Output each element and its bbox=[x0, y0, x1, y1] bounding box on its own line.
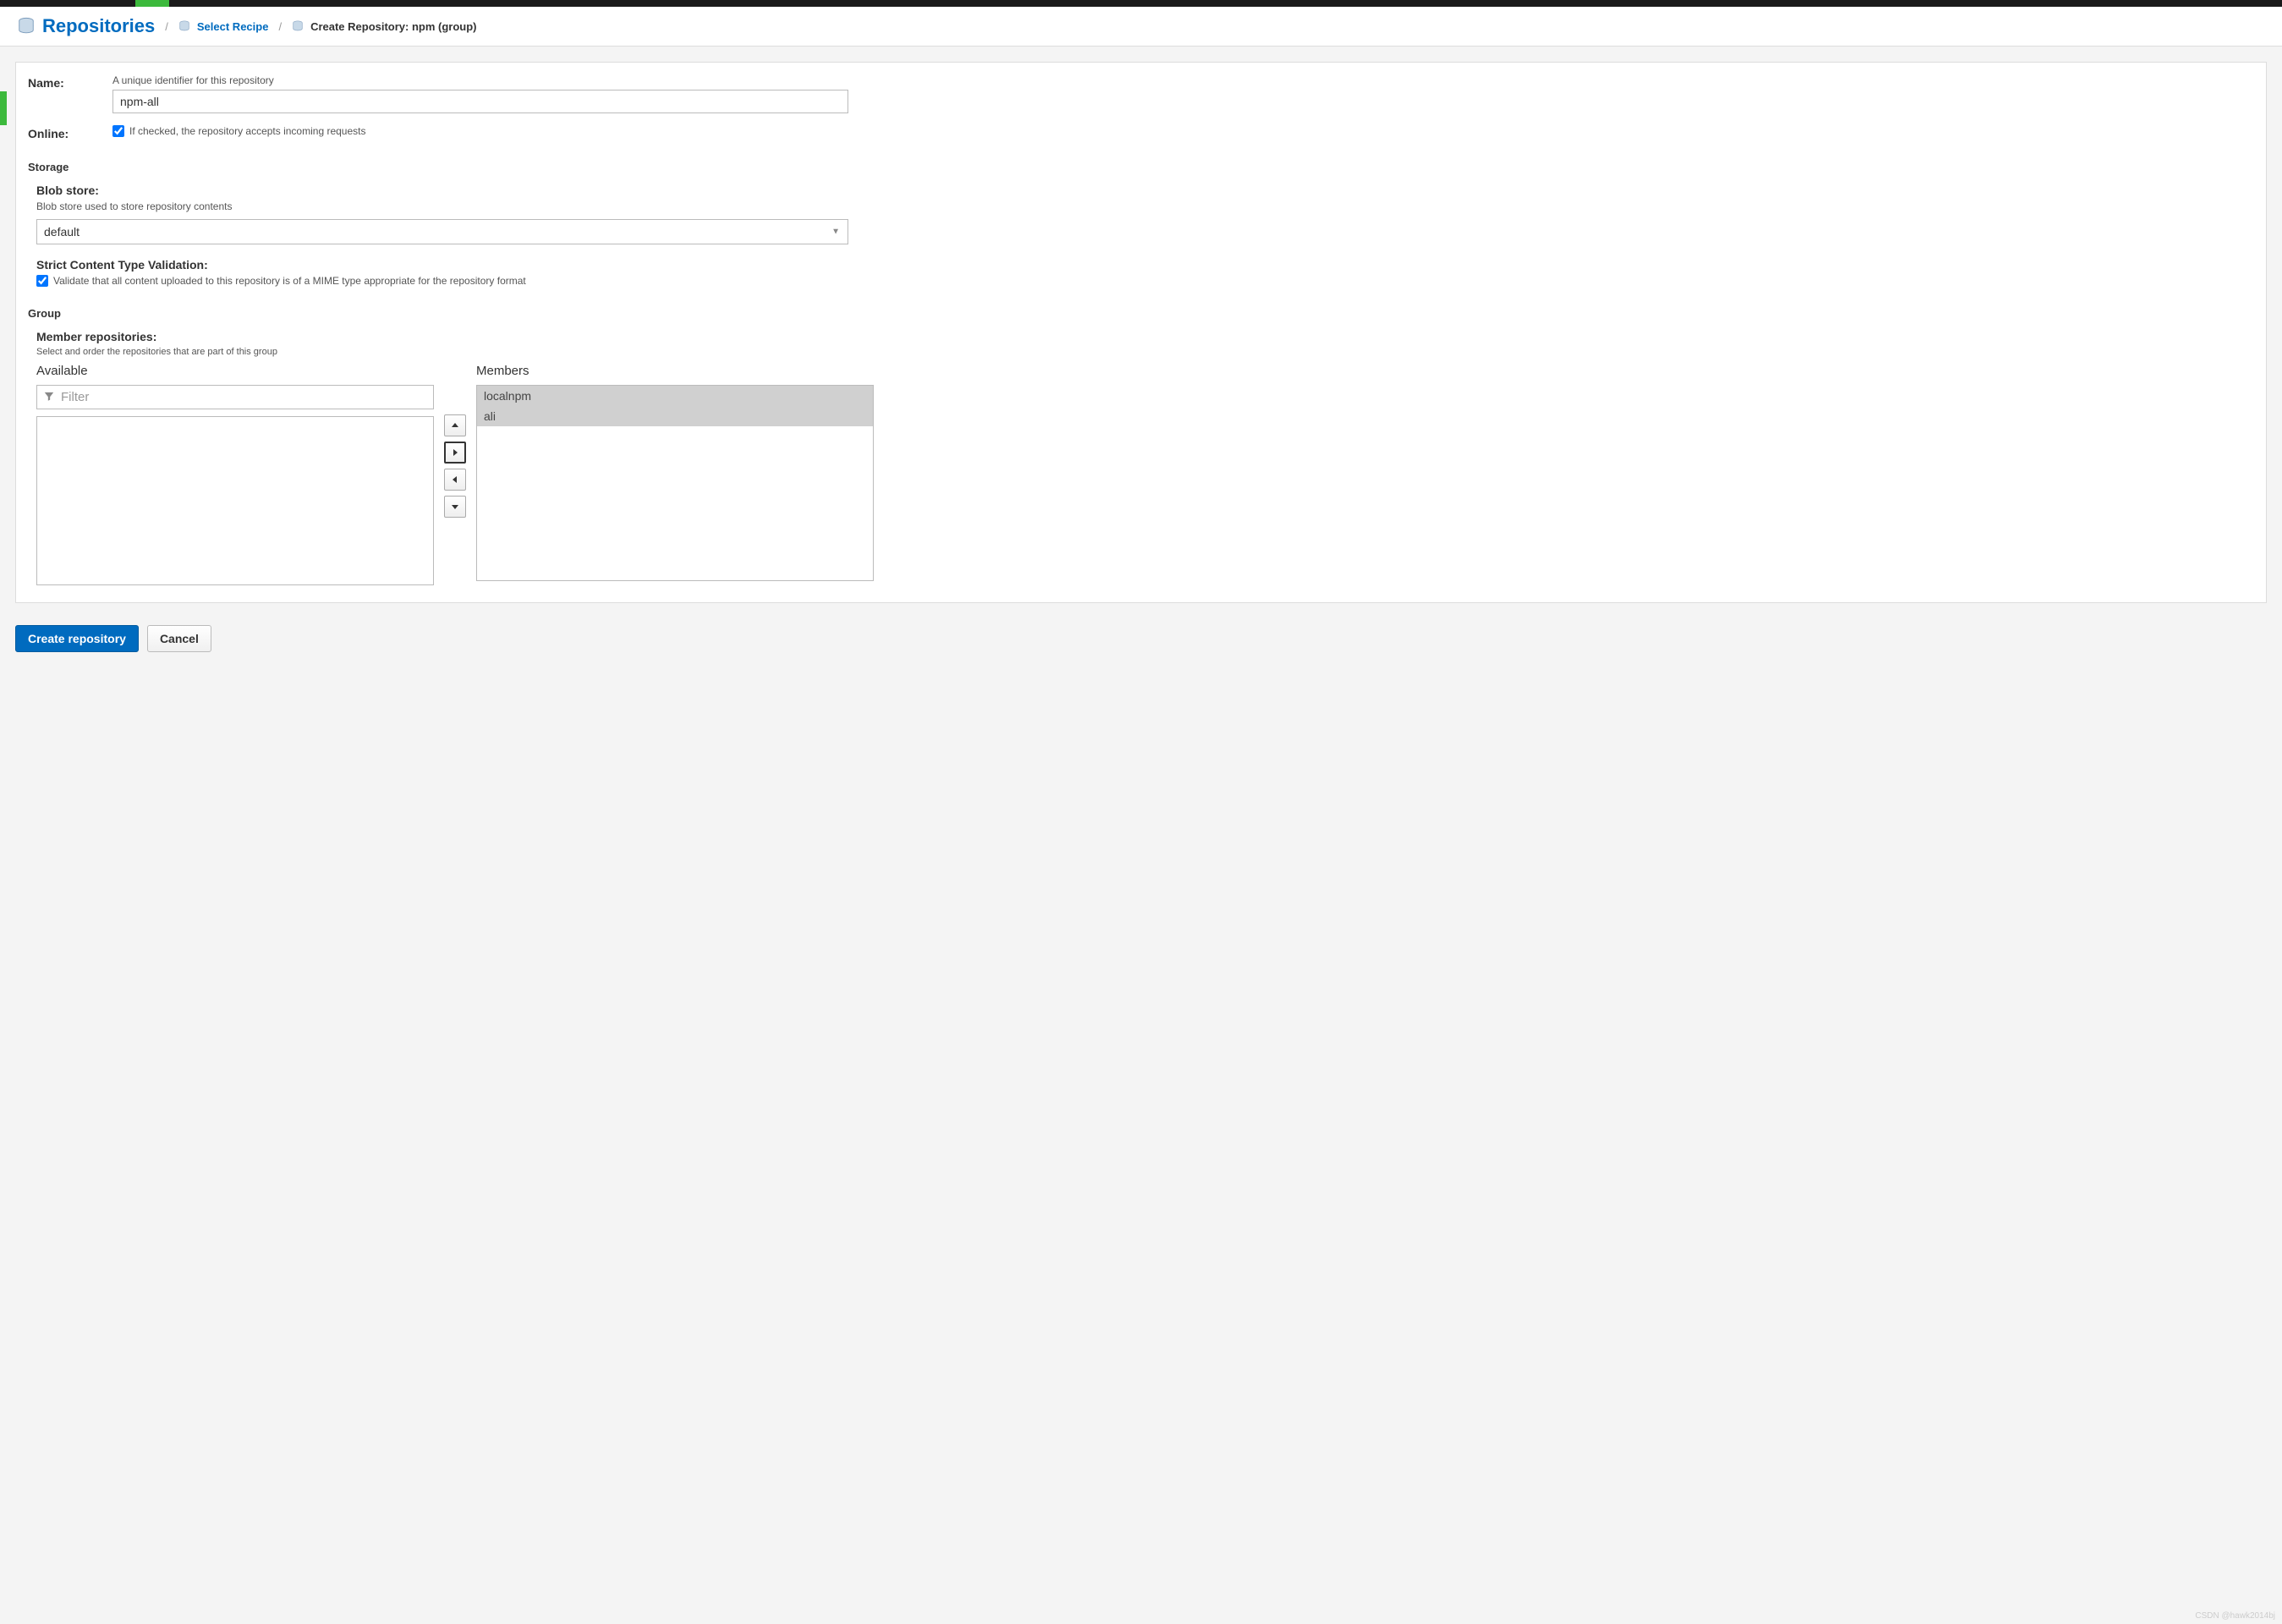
online-hint: If checked, the repository accepts incom… bbox=[129, 125, 365, 137]
available-filter-input[interactable] bbox=[36, 385, 434, 409]
move-right-button[interactable] bbox=[444, 442, 466, 464]
top-bar bbox=[0, 0, 2282, 7]
list-item[interactable]: localnpm bbox=[477, 386, 873, 406]
members-column: Members localnpm ali bbox=[476, 364, 874, 585]
online-label: Online: bbox=[28, 125, 112, 140]
name-input[interactable] bbox=[112, 90, 848, 113]
blob-store-select[interactable]: default bbox=[36, 219, 848, 244]
move-up-button[interactable] bbox=[444, 414, 466, 436]
breadcrumb: Repositories / Select Recipe / Create Re… bbox=[0, 7, 2282, 47]
list-item[interactable]: ali bbox=[477, 406, 873, 426]
main-form: Name: A unique identifier for this repos… bbox=[15, 62, 2267, 603]
blob-store-hint: Blob store used to store repository cont… bbox=[36, 200, 2254, 212]
online-row: Online: If checked, the repository accep… bbox=[28, 125, 2254, 140]
dual-list: Available bbox=[36, 364, 2254, 585]
action-bar: Create repository Cancel bbox=[15, 618, 2267, 652]
available-column: Available bbox=[36, 364, 434, 585]
database-icon bbox=[17, 17, 36, 36]
storage-header: Storage bbox=[28, 161, 2254, 173]
move-left-button[interactable] bbox=[444, 469, 466, 491]
strict-validation-label: Strict Content Type Validation: bbox=[36, 258, 2254, 272]
name-hint: A unique identifier for this repository bbox=[112, 74, 848, 86]
name-label: Name: bbox=[28, 74, 112, 113]
top-bar-accent bbox=[135, 0, 169, 7]
online-checkbox[interactable] bbox=[112, 125, 124, 137]
side-accent bbox=[0, 91, 7, 125]
strict-validation-checkbox[interactable] bbox=[36, 275, 48, 287]
filter-icon bbox=[43, 390, 55, 404]
cancel-button[interactable]: Cancel bbox=[147, 625, 211, 652]
breadcrumb-select-recipe[interactable]: Select Recipe bbox=[197, 20, 269, 33]
breadcrumb-root[interactable]: Repositories bbox=[42, 15, 155, 37]
database-icon-sm bbox=[292, 20, 304, 32]
available-list[interactable] bbox=[36, 416, 434, 585]
available-header: Available bbox=[36, 364, 434, 378]
member-repos-hint: Select and order the repositories that a… bbox=[36, 347, 2254, 357]
breadcrumb-separator: / bbox=[162, 20, 172, 33]
members-header: Members bbox=[476, 364, 874, 378]
strict-validation-hint: Validate that all content uploaded to th… bbox=[53, 275, 526, 287]
move-controls bbox=[444, 364, 466, 585]
members-list[interactable]: localnpm ali bbox=[476, 385, 874, 581]
breadcrumb-current: Create Repository: npm (group) bbox=[310, 20, 476, 33]
member-repos-label: Member repositories: bbox=[36, 330, 2254, 343]
watermark: CSDN @hawk2014bj bbox=[2195, 1611, 2275, 1621]
create-repository-button[interactable]: Create repository bbox=[15, 625, 139, 652]
blob-store-label: Blob store: bbox=[36, 184, 2254, 197]
group-header: Group bbox=[28, 307, 2254, 320]
database-icon-sm bbox=[178, 20, 190, 32]
name-row: Name: A unique identifier for this repos… bbox=[28, 74, 2254, 113]
move-down-button[interactable] bbox=[444, 496, 466, 518]
breadcrumb-separator: / bbox=[275, 20, 285, 33]
